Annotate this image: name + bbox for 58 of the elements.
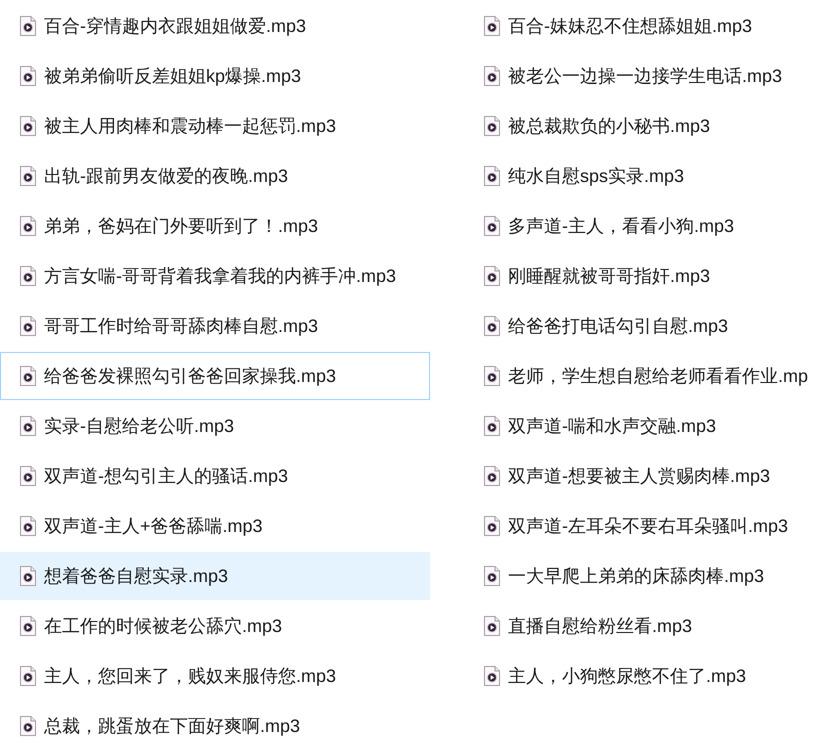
audio-file-icon: [20, 166, 36, 186]
audio-file-icon: [20, 266, 36, 286]
file-item[interactable]: 双声道-想勾引主人的骚话.mp3: [0, 452, 430, 500]
audio-file-icon: [20, 466, 36, 486]
file-item[interactable]: 被总裁欺负的小秘书.mp3: [464, 102, 816, 150]
file-item[interactable]: 主人，小狗憋尿憋不住了.mp3: [464, 652, 816, 700]
audio-file-icon: [484, 166, 500, 186]
audio-file-icon: [484, 616, 500, 636]
file-item[interactable]: 出轨-跟前男友做爱的夜晚.mp3: [0, 152, 430, 200]
audio-file-icon: [20, 16, 36, 36]
file-item[interactable]: 在工作的时候被老公舔穴.mp3: [0, 602, 430, 650]
file-item[interactable]: 双声道-喘和水声交融.mp3: [464, 402, 816, 450]
file-item[interactable]: 纯水自慰sps实录.mp3: [464, 152, 816, 200]
file-item[interactable]: 双声道-左耳朵不要右耳朵骚叫.mp3: [464, 502, 816, 550]
file-item[interactable]: 被老公一边操一边接学生电话.mp3: [464, 52, 816, 100]
file-item[interactable]: 哥哥工作时给哥哥舔肉棒自慰.mp3: [0, 302, 430, 350]
file-item[interactable]: 百合-穿情趣内衣跟姐姐做爱.mp3: [0, 2, 430, 50]
audio-file-icon: [20, 566, 36, 586]
audio-file-icon: [484, 566, 500, 586]
audio-file-icon: [20, 66, 36, 86]
file-item[interactable]: 被弟弟偷听反差姐姐kp爆操.mp3: [0, 52, 430, 100]
file-item[interactable]: 直播自慰给粉丝看.mp3: [464, 602, 816, 650]
audio-file-icon: [484, 666, 500, 686]
audio-file-icon: [484, 316, 500, 336]
file-item[interactable]: 给爸爸打电话勾引自慰.mp3: [464, 302, 816, 350]
audio-file-icon: [20, 716, 36, 736]
file-item[interactable]: 多声道-主人，看看小狗.mp3: [464, 202, 816, 250]
file-item[interactable]: 弟弟，爸妈在门外要听到了！.mp3: [0, 202, 430, 250]
file-item[interactable]: 方言女喘-哥哥背着我拿着我的内裤手冲.mp3: [0, 252, 430, 300]
audio-file-icon: [484, 366, 500, 386]
file-item[interactable]: 被主人用肉棒和震动棒一起惩罚.mp3: [0, 102, 430, 150]
file-item[interactable]: 双声道-主人+爸爸舔喘.mp3: [0, 502, 430, 550]
audio-file-icon: [20, 316, 36, 336]
file-item[interactable]: 主人，您回来了，贱奴来服侍您.mp3: [0, 652, 430, 700]
audio-file-icon: [484, 516, 500, 536]
file-item[interactable]: 老师，学生想自慰给老师看看作业.mp: [464, 352, 816, 400]
audio-file-icon: [484, 66, 500, 86]
audio-file-icon: [484, 466, 500, 486]
audio-file-icon: [484, 266, 500, 286]
file-item[interactable]: 实录-自慰给老公听.mp3: [0, 402, 430, 450]
audio-file-icon: [484, 16, 500, 36]
audio-file-icon: [484, 416, 500, 436]
audio-file-icon: [20, 116, 36, 136]
file-item[interactable]: 给爸爸发裸照勾引爸爸回家操我.mp3: [0, 352, 430, 400]
audio-file-icon: [20, 366, 36, 386]
audio-file-icon: [484, 116, 500, 136]
audio-file-icon: [20, 216, 36, 236]
audio-file-icon: [20, 516, 36, 536]
file-item[interactable]: 想着爸爸自慰实录.mp3: [0, 552, 430, 600]
file-item[interactable]: 总裁，跳蛋放在下面好爽啊.mp3: [0, 702, 430, 743]
file-item[interactable]: 刚睡醒就被哥哥指奸.mp3: [464, 252, 816, 300]
audio-file-icon: [20, 416, 36, 436]
audio-file-icon: [20, 616, 36, 636]
audio-file-icon: [484, 216, 500, 236]
file-item[interactable]: 百合-妹妹忍不住想舔姐姐.mp3: [464, 2, 816, 50]
file-item[interactable]: 一大早爬上弟弟的床舔肉棒.mp3: [464, 552, 816, 600]
file-item[interactable]: 双声道-想要被主人赏赐肉棒.mp3: [464, 452, 816, 500]
audio-file-icon: [20, 666, 36, 686]
